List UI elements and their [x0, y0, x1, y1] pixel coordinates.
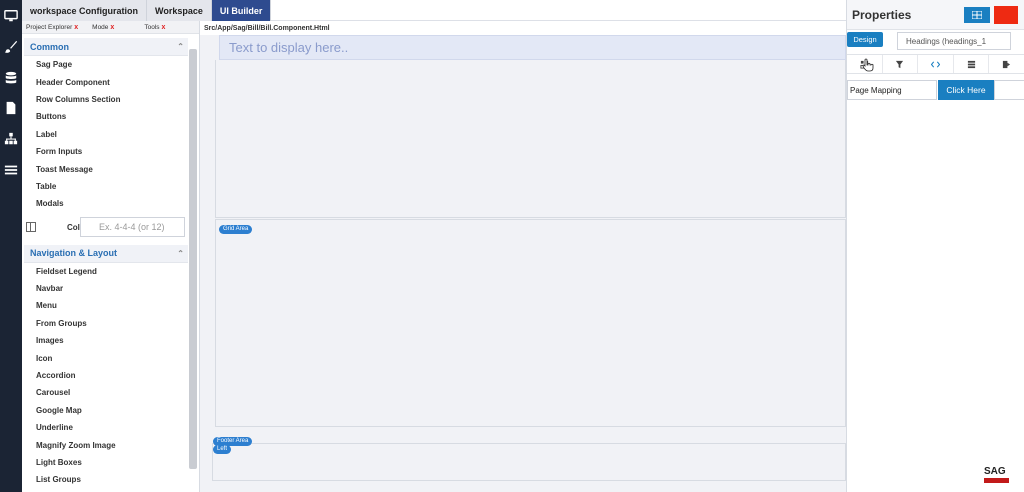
document-icon[interactable]	[3, 100, 19, 116]
stack-icon[interactable]	[954, 55, 990, 73]
header-area[interactable]	[215, 60, 846, 218]
logo-text: SAG	[984, 466, 1006, 477]
close-icon[interactable]: x	[162, 24, 166, 31]
close-properties-button[interactable]	[994, 6, 1018, 24]
page-mapping-label: Page Mapping	[847, 80, 937, 100]
component-item[interactable]: Icon	[22, 349, 199, 366]
close-icon[interactable]: x	[110, 24, 114, 31]
component-item[interactable]: Form Inputs	[22, 143, 199, 160]
subtab-label: Mode	[92, 23, 109, 31]
component-item[interactable]: Images	[22, 332, 199, 349]
section-common-header[interactable]: Common ⌃	[24, 38, 188, 56]
close-icon[interactable]: x	[74, 24, 78, 31]
columns-row: Col Ex. 4-4-4 (or 12)	[22, 213, 199, 243]
component-item[interactable]: Google Map	[22, 402, 199, 419]
monitor-icon[interactable]	[3, 8, 19, 24]
properties-panel: Properties Design Headings (headings_1 P…	[846, 0, 1024, 492]
grid-area-badge: Grid Area	[219, 225, 253, 234]
component-item[interactable]: Toast Message	[22, 160, 199, 177]
file-path: Src/App/Sag/Bill/Bill.Component.Html	[200, 21, 846, 35]
component-item[interactable]: Fieldset Legend	[22, 263, 199, 280]
columns-label: Col	[67, 222, 80, 232]
component-item[interactable]: Carousel	[22, 384, 199, 401]
heading-text-placeholder[interactable]: Text to display here..	[219, 35, 846, 60]
panel-scrollbar[interactable]	[189, 49, 197, 469]
tab-workspace[interactable]: Workspace	[147, 0, 212, 21]
chevron-up-icon[interactable]: ⌃	[177, 249, 184, 258]
component-panel: Project Explorer x Mode x Tools x Common…	[22, 21, 200, 492]
component-item[interactable]: Table	[22, 178, 199, 195]
component-item[interactable]: Light Boxes	[22, 454, 199, 471]
top-bar-fill	[250, 0, 846, 21]
component-item[interactable]: Accordion	[22, 367, 199, 384]
component-item[interactable]: Sag Page	[22, 56, 199, 73]
component-item[interactable]: Modals	[22, 195, 199, 212]
footer-area-left-badge: Left	[213, 445, 232, 454]
top-tabs: workspace Configuration Workspace UI Bui…	[22, 0, 272, 21]
grid-view-button[interactable]	[964, 7, 990, 23]
sag-logo: SAG	[984, 467, 1011, 488]
component-item[interactable]: List Groups	[22, 471, 199, 488]
columns-input[interactable]: Ex. 4-4-4 (or 12)	[80, 216, 185, 237]
component-item[interactable]: Navbar	[22, 280, 199, 297]
chevron-up-icon[interactable]: ⌃	[177, 42, 184, 51]
grid-icon	[972, 11, 982, 19]
component-select[interactable]: Headings (headings_1	[897, 32, 1011, 50]
tab-workspace-configuration[interactable]: workspace Configuration	[22, 0, 148, 21]
columns-icon	[26, 221, 36, 232]
code-icon[interactable]	[918, 55, 954, 73]
export-icon[interactable]	[989, 55, 1024, 73]
page-mapping-extra-field[interactable]	[994, 80, 1024, 100]
component-item[interactable]: Magnify Zoom Image	[22, 436, 199, 453]
subtab-project-explorer[interactable]: Project Explorer x	[22, 21, 82, 34]
footer-area[interactable]	[212, 443, 846, 481]
component-item[interactable]: Buttons	[22, 108, 199, 125]
component-item[interactable]: Label	[22, 126, 199, 143]
section-navigation-header[interactable]: Navigation & Layout ⌃	[24, 244, 188, 263]
database-icon[interactable]	[3, 70, 19, 86]
tab-ui-builder[interactable]: UI Builder	[211, 0, 272, 21]
brush-icon[interactable]	[3, 39, 19, 55]
component-item[interactable]: Menu	[22, 297, 199, 314]
design-canvas[interactable]: Text to display here.. Grid Area Footer …	[200, 35, 846, 492]
panel-subtabs: Project Explorer x Mode x Tools x	[22, 21, 199, 34]
design-tab[interactable]: Design	[847, 32, 883, 47]
logo-bar	[984, 478, 1009, 483]
filter-icon[interactable]	[883, 55, 919, 73]
component-item[interactable]: Row Columns Section	[22, 91, 199, 108]
pointer-cursor-icon	[862, 58, 874, 72]
click-here-button[interactable]: Click Here	[938, 80, 994, 100]
grid-area[interactable]	[215, 219, 846, 427]
sitemap-icon[interactable]	[3, 131, 19, 147]
subtab-label: Tools	[144, 23, 160, 31]
properties-title: Properties	[852, 8, 912, 22]
component-item[interactable]: From Groups	[22, 315, 199, 332]
component-item[interactable]: Header Component	[22, 73, 199, 90]
subtab-label: Project Explorer	[26, 23, 73, 31]
subtab-tools[interactable]: Tools x	[140, 21, 169, 34]
left-icon-rail	[0, 0, 22, 492]
list-icon[interactable]	[3, 162, 19, 178]
subtab-mode[interactable]: Mode x	[88, 21, 118, 34]
section-title: Navigation & Layout	[30, 248, 118, 259]
component-item[interactable]: Underline	[22, 419, 199, 436]
section-title: Common	[30, 41, 69, 52]
